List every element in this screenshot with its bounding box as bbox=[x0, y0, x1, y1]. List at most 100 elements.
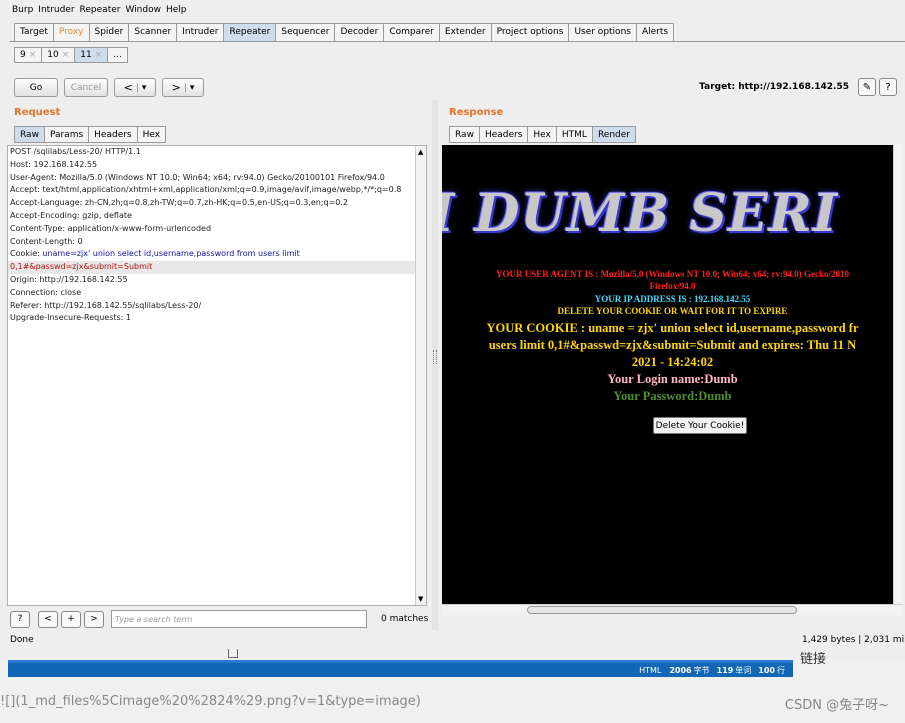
back-button[interactable]: < | ▾ bbox=[114, 78, 156, 97]
char-count: 2006 bbox=[669, 665, 692, 675]
search-next-button[interactable]: > bbox=[84, 610, 104, 628]
request-tabs: Raw Params Headers Hex bbox=[14, 126, 167, 143]
delete-cookie-button[interactable]: Delete Your Cookie! bbox=[653, 417, 747, 434]
banner-text: I DUMB SERI bbox=[442, 183, 839, 243]
request-line: Origin: http://192.168.142.55 bbox=[10, 274, 128, 284]
tabs-divider bbox=[10, 41, 905, 42]
cookie-line-1: YOUR COOKIE : uname = zjx' union select … bbox=[486, 321, 859, 335]
tab-spider[interactable]: Spider bbox=[88, 23, 130, 41]
menu-repeater[interactable]: Repeater bbox=[80, 5, 121, 15]
cookie-continuation: 0,1#&passwd=zjx&submit=Submit bbox=[8, 261, 426, 274]
tab-extender[interactable]: Extender bbox=[438, 23, 492, 41]
cookie-line-3: 2021 - 14:24:02 bbox=[631, 355, 714, 369]
burp-window: Burp Intruder Repeater Window Help Target Pro… bbox=[0, 0, 905, 660]
tab-decoder[interactable]: Decoder bbox=[334, 23, 385, 41]
forward-menu-icon: ▾ bbox=[189, 82, 195, 93]
link-label: 链接 bbox=[800, 652, 827, 667]
markdown-image-link: ![](1_md_files%5Cimage%20%2824%29.png?v=… bbox=[0, 694, 421, 709]
response-render: I DUMB SERI YOUR USER AGENT IS : Mozilla… bbox=[442, 145, 903, 615]
menu-burp[interactable]: Burp bbox=[12, 5, 33, 15]
menu-window[interactable]: Window bbox=[125, 5, 161, 15]
search-prev-button[interactable]: < bbox=[38, 610, 58, 628]
csdn-watermark: CSDN @兔子呀~ bbox=[784, 698, 889, 713]
request-line: POST /sqlilabs/Less-20/ HTTP/1.1 bbox=[10, 147, 141, 156]
repeater-toolbar: Go Cancel < | ▾ > | ▾ bbox=[14, 78, 204, 97]
repeater-tab-1[interactable]: 9 × bbox=[14, 47, 43, 63]
repeater-tab-label: 11 bbox=[80, 49, 92, 60]
search-matches: 0 matches bbox=[381, 614, 429, 624]
menu-intruder[interactable]: Intruder bbox=[38, 5, 74, 15]
tab-alerts[interactable]: Alerts bbox=[635, 23, 675, 41]
repeater-tab-label: ... bbox=[113, 49, 122, 60]
repeater-tab-3[interactable]: 11 × bbox=[74, 47, 109, 63]
char-label: 字节 bbox=[693, 665, 710, 675]
user-agent-line-1: YOUR USER AGENT IS : Mozilla/5.0 (Window… bbox=[496, 269, 849, 279]
word-count: 119 bbox=[716, 665, 734, 675]
forward-button[interactable]: > | ▾ bbox=[162, 78, 204, 97]
response-tab-render[interactable]: Render bbox=[591, 126, 636, 143]
cancel-button[interactable]: Cancel bbox=[64, 78, 108, 97]
request-scrollbar[interactable]: ▲ ▼ bbox=[415, 146, 426, 605]
window-icon bbox=[228, 649, 238, 658]
delete-cookie-message: DELETE YOUR COOKIE OR WAIT FOR IT TO EXP… bbox=[557, 306, 788, 316]
response-tab-raw[interactable]: Raw bbox=[449, 126, 480, 143]
request-editor[interactable]: POST /sqlilabs/Less-20/ HTTP/1.1 Host: 19… bbox=[7, 145, 427, 606]
request-line: Host: 192.168.142.55 bbox=[10, 159, 98, 169]
cookie-payload: 0,1#&passwd=zjx&submit=Submit bbox=[10, 262, 153, 272]
request-tab-headers[interactable]: Headers bbox=[88, 126, 138, 143]
request-line: Content-Type: application/x-www-form-url… bbox=[10, 223, 212, 233]
scroll-down-icon[interactable]: ▼ bbox=[418, 595, 423, 603]
close-icon[interactable]: × bbox=[29, 50, 37, 60]
request-line: Accept-Language: zh-CN,zh;q=0.8,zh-TW;q=… bbox=[10, 198, 349, 208]
back-menu-icon: ▾ bbox=[141, 82, 147, 93]
scroll-up-icon[interactable]: ▲ bbox=[418, 148, 423, 156]
request-tab-hex[interactable]: Hex bbox=[136, 126, 167, 143]
response-tab-hex[interactable]: Hex bbox=[527, 126, 557, 143]
main-tabs: Target Proxy Spider Scanner Intruder Repeater… bbox=[14, 23, 675, 41]
tab-sequencer[interactable]: Sequencer bbox=[275, 23, 336, 41]
edit-target-button[interactable]: ✎ bbox=[858, 78, 876, 96]
word-label: 单词 bbox=[735, 665, 752, 675]
line-label: 行 bbox=[777, 665, 785, 675]
tab-intruder[interactable]: Intruder bbox=[176, 23, 225, 41]
menu-help[interactable]: Help bbox=[166, 5, 187, 15]
tab-target[interactable]: Target bbox=[14, 23, 54, 41]
search-bar: ? < + > Type a search term bbox=[10, 610, 367, 628]
response-tab-html[interactable]: HTML bbox=[555, 126, 593, 143]
search-input[interactable]: Type a search term bbox=[111, 610, 367, 628]
cookie-value: uname=zjx' union select id,username,pass… bbox=[42, 249, 300, 259]
tab-project-options[interactable]: Project options bbox=[490, 23, 570, 41]
cookie-prefix: Cookie: bbox=[10, 249, 43, 259]
divider-grip-icon[interactable] bbox=[433, 350, 437, 364]
request-tab-params[interactable]: Params bbox=[43, 126, 90, 143]
target-label: Target: http://192.168.142.55 bbox=[699, 82, 849, 92]
menu-bar: Burp Intruder Repeater Window Help bbox=[0, 0, 905, 20]
request-tab-raw[interactable]: Raw bbox=[14, 126, 45, 143]
request-line: User-Agent: Mozilla/5.0 (Windows NT 10.0… bbox=[10, 172, 385, 182]
request-line: Accept-Encoding: gzip, deflate bbox=[10, 210, 132, 220]
request-line: Referer: http://192.168.142.55/sqlilabs/… bbox=[10, 300, 202, 310]
close-icon[interactable]: × bbox=[95, 50, 103, 60]
request-line: Content-Length: 0 bbox=[10, 236, 83, 246]
repeater-tab-4[interactable]: ... bbox=[107, 47, 128, 63]
close-icon[interactable]: × bbox=[62, 50, 70, 60]
hscroll-thumb[interactable] bbox=[527, 606, 797, 614]
split-divider[interactable] bbox=[432, 100, 438, 630]
repeater-tab-2[interactable]: 10 × bbox=[41, 47, 76, 63]
tab-repeater[interactable]: Repeater bbox=[223, 23, 277, 41]
response-hscrollbar[interactable] bbox=[442, 604, 903, 615]
response-tab-headers[interactable]: Headers bbox=[478, 126, 529, 143]
request-title: Request bbox=[14, 107, 61, 118]
response-scrollbar[interactable] bbox=[893, 145, 903, 615]
tab-user-options[interactable]: User options bbox=[568, 23, 637, 41]
go-button[interactable]: Go bbox=[14, 78, 58, 97]
search-help-button[interactable]: ? bbox=[10, 610, 30, 628]
pencil-icon: ✎ bbox=[862, 81, 872, 93]
tab-comparer[interactable]: Comparer bbox=[383, 23, 440, 41]
cookie-line-2: users limit 0,1#&passwd=zjx&submit=Submi… bbox=[488, 338, 857, 352]
help-button[interactable]: ? bbox=[879, 78, 897, 96]
tab-proxy[interactable]: Proxy bbox=[52, 23, 90, 41]
search-add-button[interactable]: + bbox=[61, 610, 81, 628]
sqli-banner: I DUMB SERI bbox=[442, 183, 903, 243]
tab-scanner[interactable]: Scanner bbox=[128, 23, 178, 41]
